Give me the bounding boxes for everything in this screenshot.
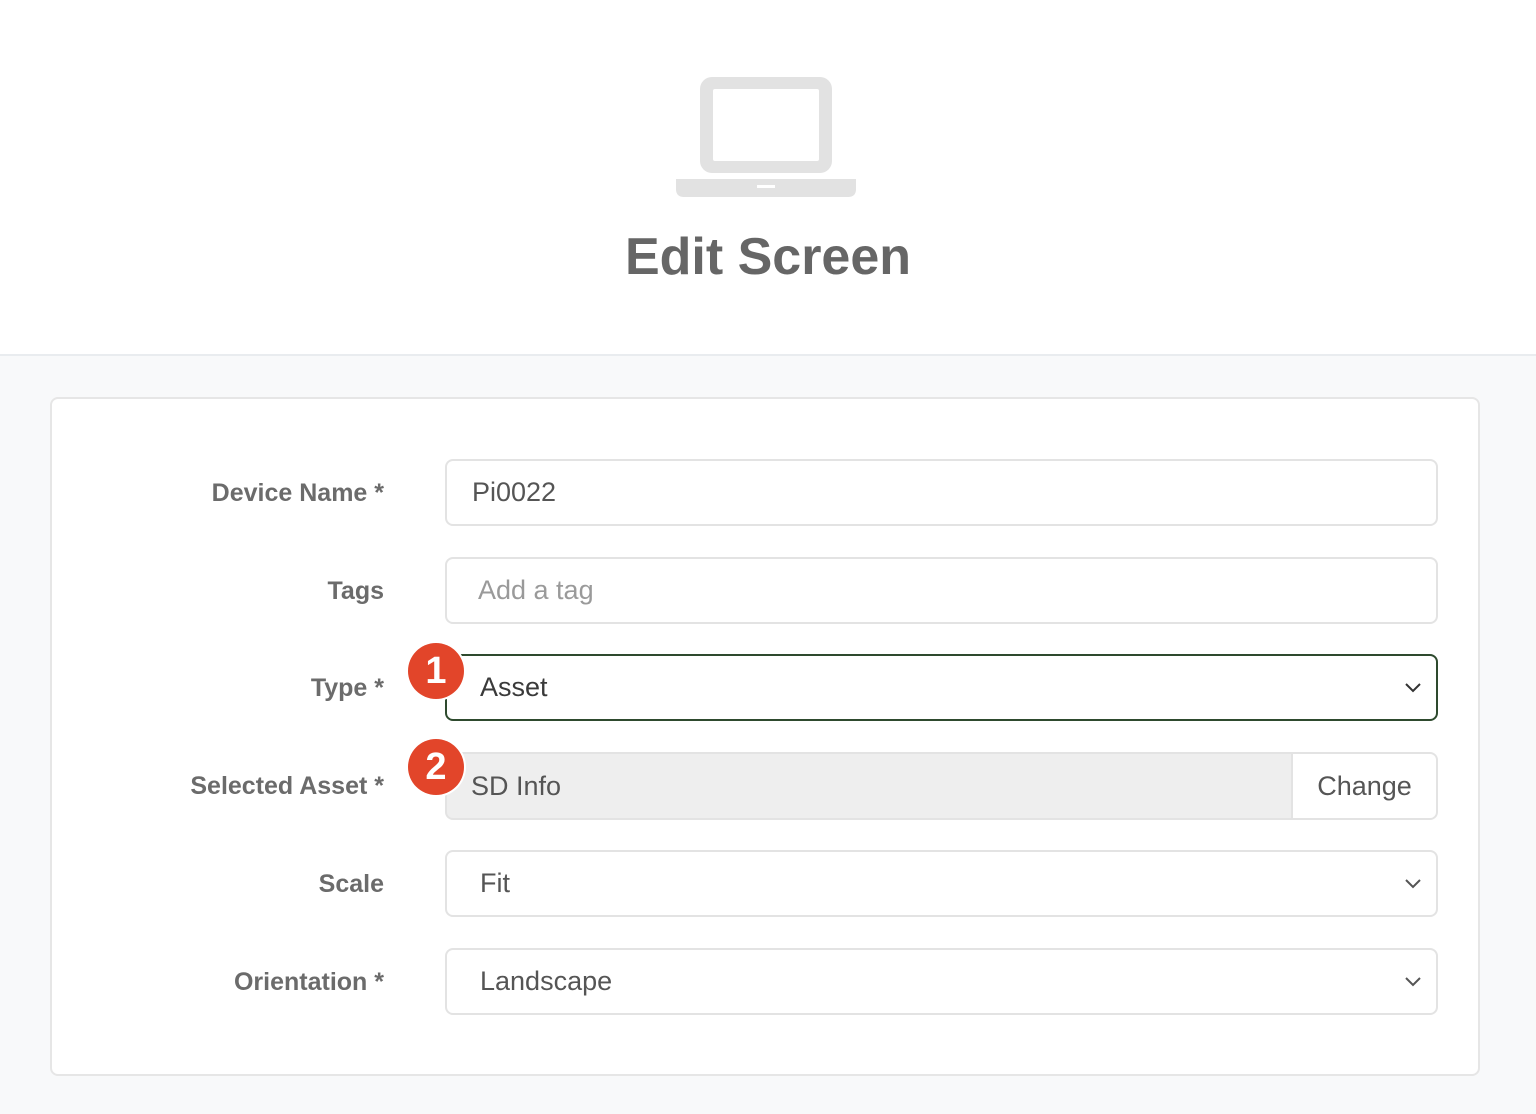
selected-asset-label: Selected Asset * [190, 772, 384, 800]
type-select[interactable]: Asset [445, 654, 1438, 721]
scale-label: Scale [318, 870, 384, 898]
tags-input[interactable]: Add a tag [445, 557, 1438, 624]
type-label: Type * [310, 674, 384, 702]
chevron-down-icon [1405, 977, 1421, 987]
orientation-selected-value: Landscape [480, 966, 613, 996]
orientation-select[interactable]: Landscape [445, 948, 1438, 1015]
chevron-down-icon [1405, 683, 1421, 693]
step-1-badge: 1 [408, 643, 464, 699]
selected-asset-value: SD Info [471, 771, 562, 801]
chevron-down-icon [1405, 879, 1421, 889]
change-asset-button[interactable]: Change [1291, 754, 1436, 818]
page-title: Edit Screen [624, 228, 912, 286]
scale-select[interactable]: Fit [445, 850, 1438, 917]
selected-asset-group: SD Info Change [445, 752, 1438, 820]
device-name-value: Pi0022 [472, 477, 557, 507]
step-2-badge: 2 [408, 739, 464, 795]
device-name-label: Device Name * [211, 479, 384, 507]
tags-placeholder: Add a tag [478, 575, 594, 605]
device-name-input[interactable]: Pi0022 [445, 459, 1438, 526]
tags-label: Tags [327, 577, 385, 605]
scale-selected-value: Fit [480, 868, 510, 898]
page-header: Edit Screen [0, 0, 1536, 356]
orientation-label: Orientation * [233, 968, 384, 996]
laptop-icon [676, 77, 856, 197]
type-selected-value: Asset [480, 672, 548, 702]
